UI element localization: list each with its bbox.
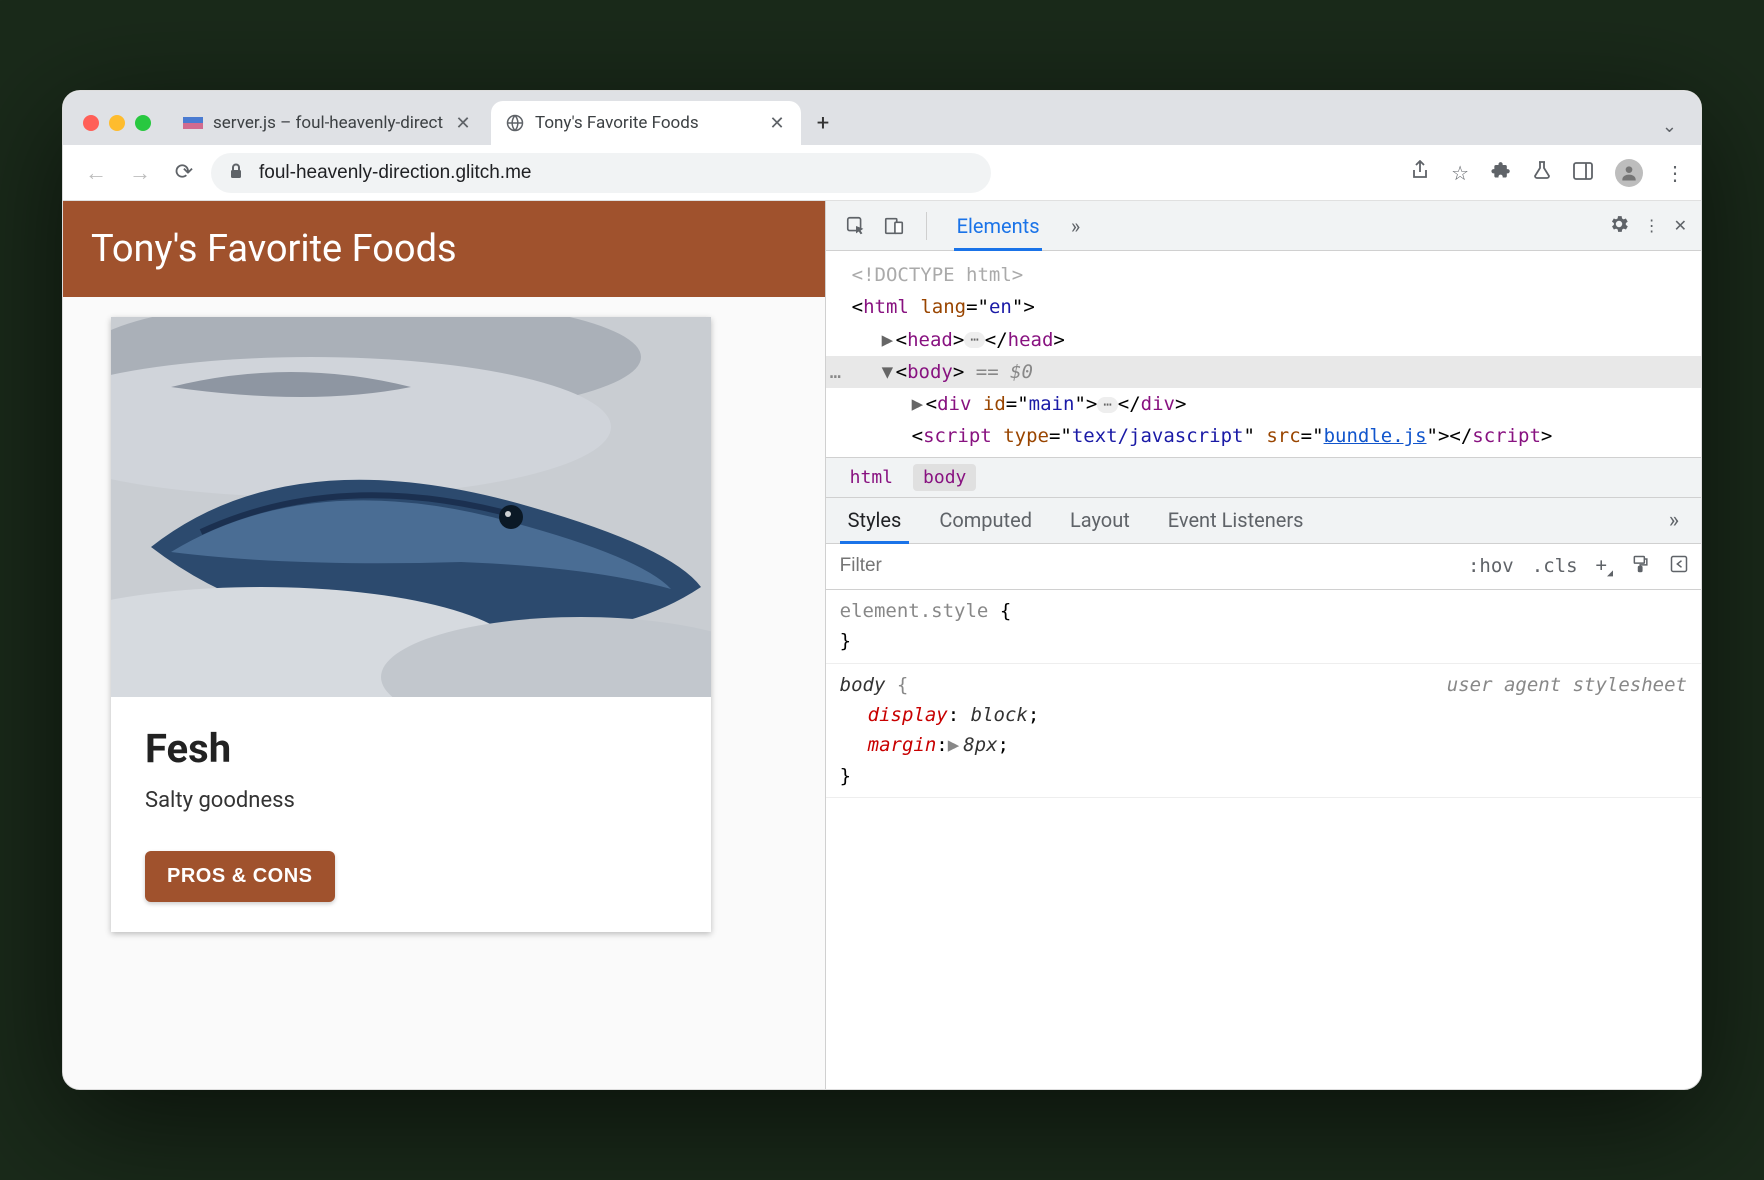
doctype-line: <!DOCTYPE html>	[852, 264, 1024, 286]
dom-breadcrumb: html body	[826, 457, 1701, 498]
browser-toolbar: ← → ⟳ ☆ ⋮	[63, 145, 1701, 201]
address-bar[interactable]	[211, 153, 991, 193]
url-input[interactable]	[257, 161, 973, 185]
tabs-dropdown-icon[interactable]: ⌄	[1662, 116, 1677, 137]
globe-favicon	[505, 113, 525, 133]
cls-toggle[interactable]: .cls	[1532, 555, 1578, 577]
dom-node-html[interactable]: <html lang="en">	[826, 291, 1701, 323]
close-tab-icon[interactable]: ✕	[453, 113, 473, 134]
dom-node-script[interactable]: <script type="text/javascript" src="bund…	[826, 420, 1701, 452]
settings-icon[interactable]	[1608, 213, 1630, 239]
more-tabs-icon[interactable]: »	[1653, 498, 1695, 543]
card-description: Salty goodness	[145, 788, 677, 813]
rule-body[interactable]: user agent stylesheet body { display: bl…	[826, 664, 1701, 799]
browser-tab[interactable]: server.js – foul-heavenly-direct ✕	[169, 101, 487, 145]
tab-strip: server.js – foul-heavenly-direct ✕ Tony'…	[63, 91, 1701, 145]
profile-avatar[interactable]	[1615, 159, 1643, 187]
labs-icon[interactable]	[1533, 160, 1551, 185]
stylesheet-source: user agent stylesheet	[1447, 670, 1687, 700]
food-card: Fesh Salty goodness PROS & CONS	[111, 317, 711, 932]
new-style-rule-icon[interactable]: +◢	[1596, 554, 1613, 579]
zoom-window-button[interactable]	[135, 115, 151, 131]
computed-toggle-icon[interactable]	[1669, 554, 1689, 579]
pros-cons-button[interactable]: PROS & CONS	[145, 851, 335, 902]
paint-icon[interactable]	[1631, 554, 1651, 579]
back-button[interactable]: ←	[79, 156, 113, 190]
page-title: Tony's Favorite Foods	[63, 201, 825, 297]
tab-title: server.js – foul-heavenly-direct	[213, 113, 443, 133]
card-title: Fesh	[145, 725, 677, 772]
rule-element-style[interactable]: element.style { }	[826, 590, 1701, 664]
rendered-page: Tony's Favorite Foods	[63, 201, 825, 1089]
styles-toolbar: :hov .cls +◢	[826, 544, 1701, 590]
food-image	[111, 317, 711, 697]
close-devtools-icon[interactable]: ✕	[1674, 216, 1687, 235]
forward-button[interactable]: →	[123, 156, 157, 190]
styles-pane-tabs: Styles Computed Layout Event Listeners »	[826, 498, 1701, 544]
tab-title: Tony's Favorite Foods	[535, 113, 757, 133]
reload-button[interactable]: ⟳	[167, 156, 201, 190]
crumb-html[interactable]: html	[840, 464, 903, 491]
dom-tree[interactable]: <!DOCTYPE html> <html lang="en"> ▶<head>…	[826, 251, 1701, 457]
minimize-window-button[interactable]	[109, 115, 125, 131]
devtools-toolbar: Elements » ⋮ ✕	[826, 201, 1701, 251]
star-icon[interactable]: ☆	[1451, 161, 1469, 185]
device-toggle-icon[interactable]	[878, 210, 910, 242]
inspect-element-icon[interactable]	[840, 210, 872, 242]
extensions-icon[interactable]	[1491, 160, 1511, 185]
glitch-favicon	[183, 113, 203, 133]
crumb-body[interactable]: body	[913, 464, 976, 491]
more-tabs-icon[interactable]: »	[1060, 210, 1092, 242]
styles-filter-input[interactable]	[838, 554, 1198, 578]
browser-window: server.js – foul-heavenly-direct ✕ Tony'…	[62, 90, 1702, 1090]
close-window-button[interactable]	[83, 115, 99, 131]
browser-tab[interactable]: Tony's Favorite Foods ✕	[491, 101, 801, 145]
panel-tab-elements[interactable]: Elements	[943, 201, 1054, 250]
dom-node-div[interactable]: ▶<div id="main">⋯</div>	[826, 388, 1701, 420]
hov-toggle[interactable]: :hov	[1468, 555, 1514, 577]
dom-node-body[interactable]: ▼<body> == $0	[826, 356, 1701, 388]
close-tab-icon[interactable]: ✕	[767, 113, 787, 134]
devtools-panel: Elements » ⋮ ✕ <!DOCTYPE html> <html lan…	[825, 201, 1701, 1089]
window-controls	[75, 115, 165, 145]
styles-tab-computed[interactable]: Computed	[923, 498, 1048, 543]
new-tab-button[interactable]: +	[805, 105, 841, 141]
lock-icon	[229, 163, 243, 183]
sidepanel-icon[interactable]	[1573, 161, 1593, 185]
styles-rules: element.style { } user agent stylesheet …	[826, 590, 1701, 1089]
dom-node-head[interactable]: ▶<head>⋯</head>	[826, 324, 1701, 356]
menu-icon[interactable]: ⋮	[1665, 161, 1685, 185]
styles-tab-layout[interactable]: Layout	[1054, 498, 1146, 543]
kebab-menu-icon[interactable]: ⋮	[1644, 216, 1660, 235]
styles-tab-styles[interactable]: Styles	[832, 498, 918, 543]
styles-tab-eventlisteners[interactable]: Event Listeners	[1152, 498, 1320, 543]
share-icon[interactable]	[1411, 160, 1429, 185]
